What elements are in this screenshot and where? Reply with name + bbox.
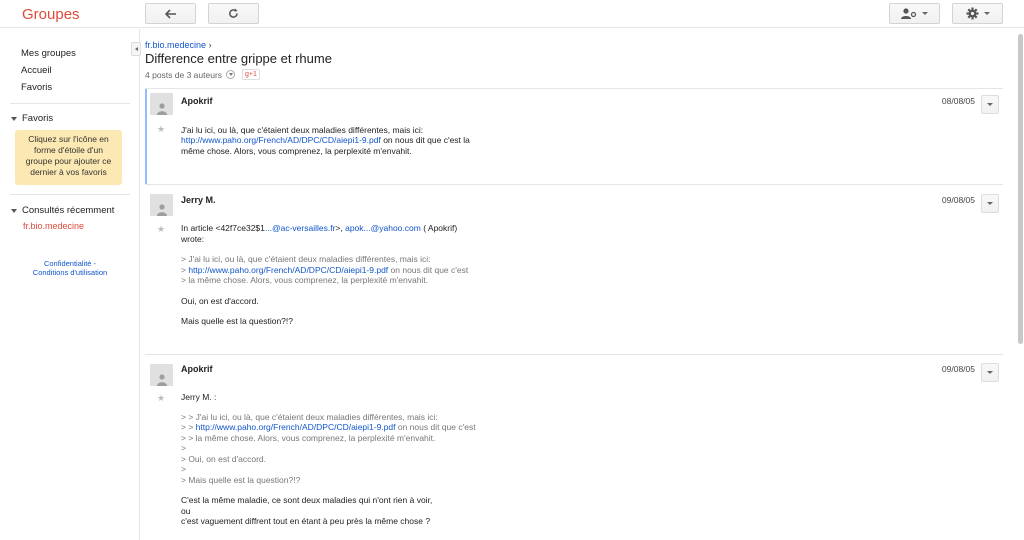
- post-body-text: In article <42f7ce32$1: [181, 223, 265, 233]
- post-body-line: wrote:: [181, 234, 205, 244]
- sidebar-item-my-groups[interactable]: Mes groupes: [21, 48, 76, 59]
- post-body-text: >,: [335, 223, 346, 233]
- top-bar: Groupes: [0, 0, 1024, 28]
- post-body-line: http://www.paho.org/French/AD/DPC/CD/aie…: [181, 135, 470, 146]
- refresh-button[interactable]: [208, 3, 259, 24]
- recent-section-toggle[interactable]: Consultés récemment: [11, 205, 114, 216]
- post-author[interactable]: Apokrif: [181, 96, 213, 106]
- breadcrumb: fr.bio.medecine ›: [145, 40, 212, 50]
- post-body-line: même chose. Alors, vous comprenez, la pe…: [181, 146, 412, 156]
- post-body-line: c'est vaguement diffrent tout en étant à…: [181, 516, 431, 526]
- favorites-section-label: Favoris: [22, 113, 54, 124]
- quoted-line: > J'ai lu ici, ou là, que c'étaient deux…: [181, 254, 431, 264]
- post-body-line: Oui, on est d'accord.: [181, 296, 259, 306]
- triangle-down-icon: [11, 116, 17, 121]
- recent-group-link[interactable]: fr.bio.medecine: [23, 221, 84, 231]
- post-date: 09/08/05: [941, 195, 975, 205]
- gplus-button[interactable]: g+1: [242, 69, 260, 80]
- quoted-line: > > http://www.paho.org/French/AD/DPC/CD…: [181, 422, 476, 433]
- post-body-line: C'est la même maladie, ce sont deux mala…: [181, 495, 433, 505]
- star-icon[interactable]: ★: [157, 124, 165, 135]
- post: ★ Jerry M. 09/08/05 In article <42f7ce32…: [145, 185, 1003, 353]
- scrollbar[interactable]: [1018, 34, 1023, 344]
- pdf-link[interactable]: http://www.paho.org/French/AD/DPC/CD/aie…: [188, 265, 388, 275]
- post-body-line: Jerry M. :: [181, 392, 217, 402]
- sidebar-item-home[interactable]: Accueil: [21, 65, 52, 76]
- favorites-section-toggle[interactable]: Favoris: [11, 113, 53, 124]
- post-author[interactable]: Jerry M.: [181, 195, 216, 205]
- divider: [10, 194, 130, 195]
- quoted-line: > la même chose. Alors, vous comprenez, …: [181, 275, 429, 285]
- post-count: 4 posts de 3 auteurs: [145, 69, 223, 80]
- collapse-sidebar-button[interactable]: [131, 42, 141, 56]
- divider: [10, 103, 130, 104]
- post-body-text: on nous dit que c'est: [388, 265, 469, 275]
- quoted-line: > > la même chose. Alors, vous comprenez…: [181, 433, 436, 443]
- back-button[interactable]: [145, 3, 196, 24]
- breadcrumb-separator: ›: [208, 40, 212, 50]
- privacy-link[interactable]: Confidentialité -: [0, 259, 140, 268]
- post-body-line: Mais quelle est la question?!?: [181, 316, 293, 326]
- quoted-line: > > J'ai lu ici, ou là, que c'étaient de…: [181, 412, 438, 422]
- sidebar-item-favorites[interactable]: Favoris: [21, 82, 52, 93]
- pdf-link[interactable]: http://www.paho.org/French/AD/DPC/CD/aie…: [181, 135, 381, 145]
- post-date: 09/08/05: [941, 364, 975, 374]
- avatar[interactable]: [150, 364, 173, 386]
- post-menu-button[interactable]: [981, 363, 999, 382]
- person-icon: [156, 103, 167, 115]
- chevron-down-icon: [922, 12, 928, 15]
- email-link[interactable]: apok...@yahoo.com: [345, 223, 421, 233]
- chevron-down-icon: [987, 103, 993, 106]
- pdf-link[interactable]: http://www.paho.org/French/AD/DPC/CD/aie…: [196, 422, 396, 432]
- sidebar: Mes groupes Accueil Favoris Favoris Cliq…: [0, 29, 140, 540]
- gear-icon: [966, 7, 978, 20]
- post-body-line: ou: [181, 506, 191, 516]
- recent-section-label: Consultés récemment: [22, 205, 115, 216]
- groups-logo[interactable]: Groupes: [22, 6, 80, 23]
- triangle-down-icon: [11, 208, 17, 213]
- email-link[interactable]: ...@ac-versailles.fr: [265, 223, 336, 233]
- person-settings-icon: [901, 8, 917, 19]
- chevron-down-icon: [983, 12, 990, 15]
- quoted-line: >: [181, 443, 186, 453]
- chevron-left-icon: [134, 47, 138, 51]
- terms-link[interactable]: Conditions d'utilisation: [0, 268, 140, 277]
- back-arrow-icon: [164, 8, 176, 19]
- post-body-text: > >: [181, 422, 196, 432]
- breadcrumb-group-link[interactable]: fr.bio.medecine: [145, 40, 206, 50]
- refresh-icon: [229, 8, 238, 18]
- members-button[interactable]: [889, 3, 940, 24]
- post-author[interactable]: Apokrif: [181, 364, 213, 374]
- post-body-text: ( Apokrif): [420, 223, 458, 233]
- quoted-line: > Mais quelle est la question?!?: [181, 475, 301, 485]
- thread-meta: 4 posts de 3 auteurs g+1: [145, 69, 260, 80]
- person-icon: [156, 204, 167, 216]
- chevron-down-icon: [987, 202, 993, 205]
- avatar[interactable]: [150, 93, 173, 115]
- expand-authors-icon[interactable]: [226, 70, 236, 79]
- post-menu-button[interactable]: [981, 95, 999, 114]
- quoted-line: > http://www.paho.org/French/AD/DPC/CD/a…: [181, 265, 468, 276]
- post-body-line: J'ai lu ici, ou là, que c'étaient deux m…: [181, 125, 424, 135]
- post-body-text: on nous dit que c'est la: [380, 135, 470, 145]
- post: ★ Apokrif 09/08/05 Jerry M. : > > J'ai l…: [145, 355, 1003, 540]
- chevron-down-icon: [987, 371, 993, 374]
- settings-button[interactable]: [952, 3, 1003, 24]
- post-menu-button[interactable]: [981, 194, 999, 213]
- person-icon: [156, 374, 167, 386]
- favorites-hint: Cliquez sur l'icône en forme d'étoile d'…: [15, 130, 122, 185]
- quoted-line: > Oui, on est d'accord.: [181, 454, 267, 464]
- thread-title: Difference entre grippe et rhume: [145, 51, 332, 66]
- post-date: 08/08/05: [941, 96, 975, 106]
- quoted-line: >: [181, 464, 186, 474]
- star-icon[interactable]: ★: [157, 393, 165, 404]
- post-body-line: In article <42f7ce32$1...@ac-versailles.…: [181, 223, 457, 234]
- post: ★ Apokrif 08/08/05 J'ai lu ici, ou là, q…: [145, 89, 1003, 185]
- star-icon[interactable]: ★: [157, 224, 165, 235]
- avatar[interactable]: [150, 194, 173, 216]
- post-body-text: on nous dit que c'est: [395, 422, 476, 432]
